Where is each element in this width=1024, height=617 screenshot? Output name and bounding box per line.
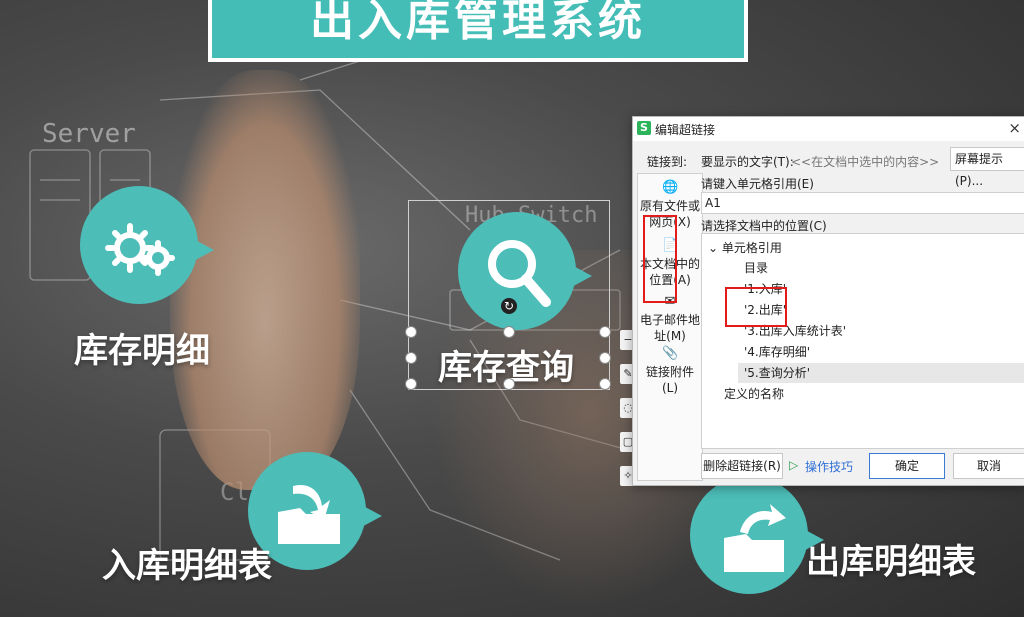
nav-email-label: 电子邮件地址(M) (639, 313, 700, 343)
play-circle-icon: ▷ (789, 458, 799, 472)
tips-link[interactable]: 操作技巧 (805, 458, 853, 475)
close-icon[interactable]: × (1008, 119, 1021, 137)
tree-group-label: 单元格引用 (721, 241, 782, 255)
resize-handle[interactable] (405, 326, 417, 338)
folder-out-icon (724, 504, 786, 572)
tree-defined-names[interactable]: 定义的名称 (724, 384, 784, 404)
annotation-highlight-nav (643, 215, 677, 303)
resize-handle[interactable] (503, 326, 515, 338)
display-text-label: 要显示的文字(T): (701, 155, 794, 169)
edit-hyperlink-dialog: S 编辑超链接 × 链接到: 要显示的文字(T): <<在文档中选中的内容>> … (632, 116, 1024, 486)
dialog-button-bar: 删除超链接(R) ▷ 操作技巧 确定 取消 (701, 451, 1024, 481)
nav-attachment[interactable]: 📎 链接附件(L) (638, 346, 702, 396)
chevron-down-icon: ⌄ (708, 241, 719, 255)
inbound-detail-label: 入库明细表 (102, 546, 272, 586)
inventory-detail-label: 库存明细 (74, 331, 210, 371)
presentation-slide: Server Hub Switch Cli 出入库管理系统 库存明细 ↻ 库存查… (0, 0, 1024, 617)
tree-item-selected[interactable]: '5.查询分析' (738, 363, 1024, 383)
place-caption: 请选择文档中的位置(C) (701, 219, 827, 233)
slide-title-banner: 出入库管理系统 (208, 0, 748, 62)
cell-ref-input[interactable]: A1 (701, 192, 1024, 214)
ok-button[interactable]: 确定 (869, 453, 945, 479)
outbound-detail-bubble[interactable] (690, 476, 824, 594)
cell-ref-caption: 请键入单元格引用(E) (701, 177, 814, 191)
resize-handle[interactable] (599, 378, 611, 390)
slide-title: 出入库管理系统 (310, 0, 646, 46)
tree-item[interactable]: 目录 (744, 258, 768, 278)
resize-handle[interactable] (599, 326, 611, 338)
web-page-icon: 🌐 (662, 180, 679, 195)
rotate-handle-icon[interactable]: ↻ (501, 298, 517, 314)
inventory-detail-bubble[interactable] (80, 186, 214, 304)
nav-attachment-label: 链接附件(L) (645, 365, 694, 395)
paperclip-icon: 📎 (662, 346, 679, 361)
background-hand (170, 70, 360, 490)
link-header-row: 链接到: 要显示的文字(T): <<在文档中选中的内容>> 屏幕提示(P)... (633, 147, 1024, 188)
tree-item[interactable]: '4.库存明细' (744, 342, 810, 362)
tree-group-cell-ref[interactable]: ⌄ 单元格引用 (708, 238, 782, 258)
cancel-button[interactable]: 取消 (953, 453, 1024, 479)
screen-tip-button[interactable]: 屏幕提示(P)... (950, 147, 1024, 188)
remove-hyperlink-button[interactable]: 删除超链接(R) (701, 453, 783, 479)
outbound-detail-label: 出库明细表 (806, 542, 976, 582)
place-tree: ⌄ 单元格引用 目录 '1.入库' '2.出库' '3.出库入库统计表' '4.… (701, 233, 1024, 449)
resize-handle[interactable] (405, 352, 417, 364)
gears-icon (105, 223, 175, 276)
app-logo-icon: S (637, 121, 651, 135)
annotation-highlight-item (725, 287, 787, 327)
resize-handle[interactable] (405, 378, 417, 390)
link-to-label: 链接到: (647, 155, 688, 169)
dialog-title-bar: S 编辑超链接 × (633, 117, 1024, 141)
display-text-field[interactable]: <<在文档中选中的内容>> (791, 153, 939, 170)
resize-handle[interactable] (503, 378, 515, 390)
dialog-title: 编辑超链接 (655, 123, 716, 137)
resize-handle[interactable] (599, 352, 611, 364)
sketch-label-server: Server (42, 119, 136, 149)
